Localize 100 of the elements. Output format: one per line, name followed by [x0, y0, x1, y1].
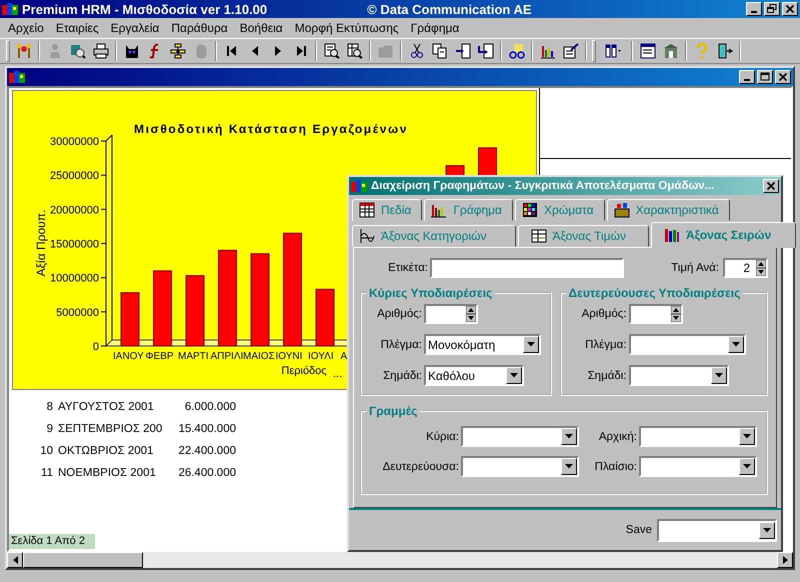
category-label: ΦΕΒΡ: [146, 351, 174, 362]
menu-item[interactable]: Βοήθεια: [234, 21, 289, 35]
menu-item[interactable]: Παράθυρα: [165, 21, 234, 35]
field-label: Σημάδι:: [382, 370, 423, 382]
table-cell-text: ΣΕΠΤΕΜΒΡΙΟΣ 200: [58, 423, 164, 435]
axis-ellipsis: ...: [333, 368, 342, 380]
menu-item[interactable]: Εργαλεία: [104, 21, 166, 35]
printer-icon[interactable]: [92, 43, 108, 59]
y-tick-label: 30000000: [50, 136, 99, 148]
number-spinner[interactable]: 2: [723, 258, 768, 278]
edit-document-icon[interactable]: [562, 43, 578, 59]
maximize-button[interactable]: [757, 70, 773, 84]
bar: [316, 288, 334, 346]
category-label: ΙΑΝΟΥ: [113, 351, 144, 362]
indent-icon[interactable]: [454, 43, 470, 59]
y-tick-label: 5000000: [56, 306, 99, 319]
minimize-button[interactable]: [746, 2, 762, 16]
document-logo-icon: [9, 70, 25, 84]
window-title: Premium HRM - Μισθοδοσία ver 1.10.00: [22, 2, 268, 16]
cat-face-icon[interactable]: [124, 43, 140, 59]
field-label: Save: [626, 524, 653, 536]
dialog-logo-icon: [351, 179, 367, 193]
dropdown[interactable]: [628, 365, 729, 386]
table-cell-text: 10: [39, 445, 54, 457]
curve-axis-icon: [359, 228, 375, 244]
table-cell-text: 9: [46, 423, 54, 435]
caret-icon: [732, 342, 740, 347]
table-cell-text: ΑΥΓΟΥΣΤΟΣ 2001: [58, 401, 155, 413]
close-button[interactable]: [763, 179, 779, 193]
color-grid-icon: [522, 202, 538, 218]
pillars-icon[interactable]: [16, 43, 32, 59]
exit-door-icon[interactable]: [716, 43, 732, 59]
cut-icon[interactable]: [408, 43, 424, 59]
bar-chart-icon: [431, 202, 448, 218]
category-label: ΜΑΙΟΣ: [243, 351, 275, 362]
y-tick-label: 25000000: [50, 170, 99, 182]
table-cell-text: 6.000.000: [184, 401, 236, 413]
magnifier-icon[interactable]: [70, 43, 86, 59]
minimize-icon: [751, 11, 757, 13]
field-label: Ετικέτα:: [387, 262, 429, 274]
form-icon[interactable]: [640, 43, 656, 59]
close-icon: [785, 4, 795, 14]
glasses-icon[interactable]: [508, 43, 524, 59]
dialog-title: Διαχείριση Γραφημάτων - Συγκριτικά Αποτελέσματα Ομάδων...: [371, 180, 714, 192]
x-axis-label: Περιόδος: [281, 365, 327, 377]
dropdown[interactable]: Καθόλου: [424, 365, 524, 386]
group-title: Κύριες Υποδιαιρέσεις: [368, 286, 494, 300]
close-button[interactable]: [782, 2, 798, 16]
menu-item[interactable]: Εταιρίες: [50, 21, 105, 35]
text-field[interactable]: [430, 258, 624, 278]
document-search-icon[interactable]: [324, 43, 340, 59]
table-cell-text: 11: [40, 467, 54, 479]
table-cell-text: ΝΟΕΜΒΡΙΟΣ 2001: [58, 467, 157, 479]
y-tick-label: 0: [92, 341, 99, 353]
y-tick-label: 10000000: [50, 272, 99, 285]
bar-chart-icon: [664, 227, 680, 243]
category-label: ΙΟΥΛΙ: [308, 351, 334, 362]
close-icon: [778, 72, 788, 82]
field-label: Πλαίσιο:: [594, 460, 638, 472]
caret-icon: [743, 434, 751, 439]
table-search-icon[interactable]: [346, 43, 362, 59]
number-spinner[interactable]: [628, 304, 683, 324]
caret-icon: [763, 528, 771, 532]
app-logo-icon: [2, 2, 18, 16]
field-label: Σημάδι:: [586, 370, 628, 382]
outdent-icon[interactable]: [478, 43, 494, 59]
org-chart-icon[interactable]: [170, 43, 186, 59]
field-label: Δευτερεύουσα:: [382, 460, 460, 472]
bar-chart-icon[interactable]: [540, 43, 556, 59]
minimize-icon: [744, 79, 750, 81]
horizontal-scrollbar[interactable]: [7, 552, 793, 568]
group-title: Δευτερεύουσες Υποδιαιρέσεις: [568, 286, 742, 300]
caret-icon: [565, 434, 573, 439]
page-indicator: Σελίδα 1 Από 2: [9, 534, 95, 549]
dropdown[interactable]: Μονοκόματη: [424, 334, 541, 355]
field-label: Αρχική:: [598, 430, 638, 442]
menu-item[interactable]: Μορφή Εκτύπωσης: [288, 21, 405, 35]
caret-icon: [527, 342, 535, 347]
right-arrow-icon[interactable]: [782, 556, 788, 564]
caret-icon: [743, 464, 751, 469]
menu-item[interactable]: Γράφημα: [404, 21, 466, 35]
bar: [186, 275, 204, 346]
building-icon[interactable]: [662, 43, 678, 59]
category-label: ΜΑΡΤΙ: [178, 351, 209, 362]
columns-icon[interactable]: [604, 43, 622, 59]
y-axis-label: Αξία Προυπ.: [34, 210, 48, 276]
menu-item[interactable]: Αρχείο: [2, 21, 50, 35]
spreadsheet-icon: [359, 202, 375, 218]
left-arrow-icon[interactable]: [12, 556, 18, 564]
table-cell-text: 15.400.000: [177, 423, 236, 435]
field-label: Αριθμός:: [376, 308, 423, 320]
number-spinner[interactable]: [424, 304, 478, 324]
spin-arrows-icon: [670, 306, 681, 322]
field-label: Πλέγμα:: [584, 338, 628, 350]
close-button[interactable]: [775, 70, 791, 84]
table-cell-text: ΟΚΤΩΒΡΙΟΣ 2001: [58, 445, 154, 457]
y-tick-label: 20000000: [50, 204, 99, 216]
restore-button[interactable]: [764, 2, 780, 16]
minimize-button[interactable]: [739, 70, 755, 84]
copy-icon[interactable]: [432, 43, 448, 59]
